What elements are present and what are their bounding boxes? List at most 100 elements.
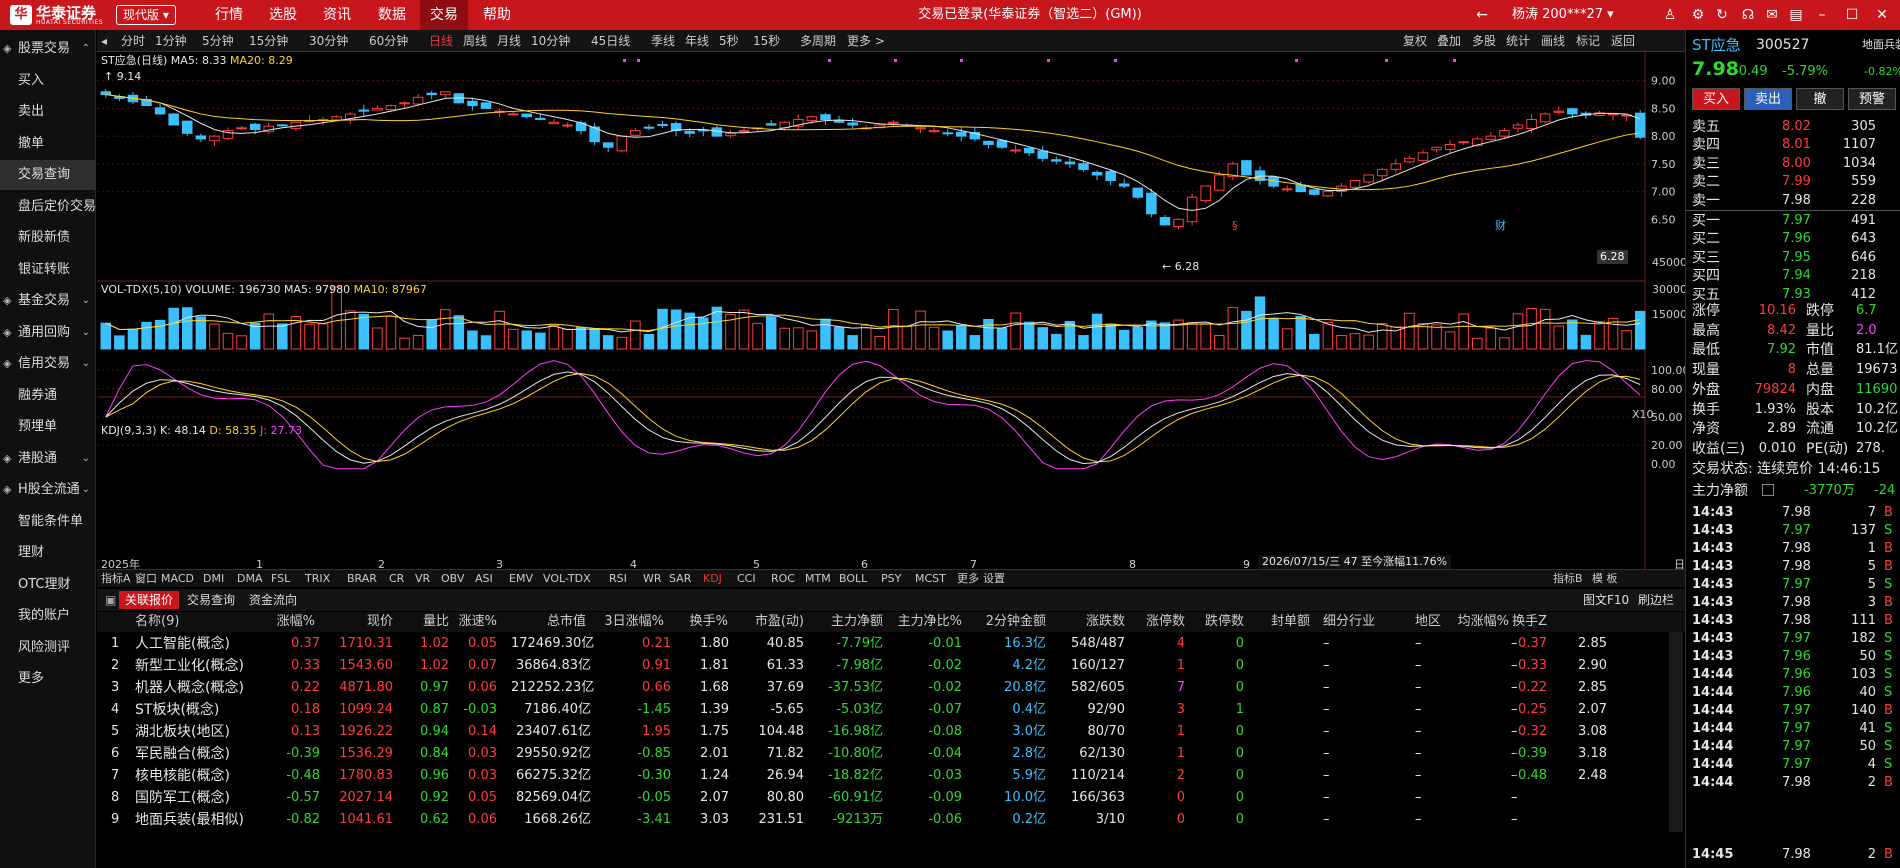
layout-icon[interactable]: ▤ [1786, 6, 1806, 24]
col-header-0[interactable]: 名称(9) [135, 612, 225, 632]
col-header-11[interactable]: 2分钟金额 [966, 612, 1046, 632]
indicator-tab-4[interactable]: DMA [237, 570, 263, 588]
period-7[interactable]: 周线 [463, 30, 487, 52]
f10-tab[interactable]: 图文F10 [1577, 591, 1635, 609]
indicator-tab-2[interactable]: MACD [161, 570, 194, 588]
sidebar-item-8[interactable]: ◈ 基金交易 ⌄ [0, 286, 96, 316]
indicator-tab-0[interactable]: 指标A [101, 570, 131, 588]
indicator-tab-17[interactable]: KDJ [703, 570, 722, 588]
sidebar-item-9[interactable]: ◈ 通用回购 ⌄ [0, 318, 96, 348]
menu-3[interactable]: 数据 [368, 0, 416, 30]
sidebar-toggle-tab[interactable]: 刷边栏 [1632, 591, 1680, 609]
period-16[interactable]: 更多 > [847, 30, 885, 52]
sidebar-item-17[interactable]: OTC理财 [0, 570, 96, 600]
col-header-8[interactable]: 市盈(动) [724, 612, 804, 632]
sidebar-item-0[interactable]: ◈ 股票交易 ⌃ [0, 34, 96, 64]
col-header-7[interactable]: 换手% [648, 612, 728, 632]
table-row[interactable]: 9 地面兵装(最相似) -0.82 1041.61 0.62 0.06 1668.26亿 -3… [97, 809, 1669, 831]
indicator-tab-23[interactable]: MCST [915, 570, 946, 588]
shirt-icon[interactable]: ♙ [1660, 6, 1680, 24]
sidebar-item-1[interactable]: 买入 [0, 66, 96, 96]
table-row[interactable]: 8 国防军工(概念) -0.57 2027.14 0.92 0.05 82569.04亿 -0… [97, 787, 1669, 809]
col-header-19[interactable]: 换手Z [1467, 612, 1547, 632]
indicator-tab-6[interactable]: TRIX [305, 570, 330, 588]
indicator-tab-24[interactable]: 更多 [957, 570, 979, 588]
col-header-16[interactable]: 细分行业 [1323, 612, 1403, 632]
sidebar-item-16[interactable]: 理财 [0, 538, 96, 568]
sidebar-item-14[interactable]: ◈ H股全流通 ⌄ [0, 475, 96, 505]
menu-4[interactable]: 交易 [420, 0, 468, 30]
sidebar-item-7[interactable]: 银证转账 [0, 255, 96, 285]
period-6[interactable]: 日线 [429, 30, 453, 52]
sidebar-item-6[interactable]: 新股新债 [0, 223, 96, 253]
period-4[interactable]: 30分钟 [309, 30, 348, 52]
indicator-tab-13[interactable]: VOL-TDX [543, 570, 591, 588]
sidebar-item-13[interactable]: ◈ 港股通 ⌄ [0, 444, 96, 474]
chart-tool-2[interactable]: 多股 [1472, 30, 1496, 52]
sidebar-item-11[interactable]: 融券通 [0, 381, 96, 411]
chart-tool-5[interactable]: 标记 [1576, 30, 1600, 52]
table-tab-0[interactable]: 关联报价 [119, 591, 180, 609]
indicator-tab-11[interactable]: ASI [475, 570, 493, 588]
indicator-tab-22[interactable]: PSY [881, 570, 901, 588]
period-2[interactable]: 5分钟 [202, 30, 234, 52]
sidebar-item-2[interactable]: 卖出 [0, 97, 96, 127]
quote-button-1[interactable]: 卖出 [1744, 88, 1792, 110]
period-8[interactable]: 月线 [497, 30, 521, 52]
maximize-icon[interactable]: ☐ [1842, 6, 1862, 24]
flow-checkbox[interactable] [1762, 484, 1774, 496]
period-12[interactable]: 年线 [685, 30, 709, 52]
stock-chart[interactable]: 9.00 8.50 8.00 7.50 7.00 6.50 45000 30000 15000 1… [97, 52, 1685, 570]
sidebar-item-3[interactable]: 撤单 [0, 129, 96, 159]
user-account[interactable]: 杨涛 200***27 ▾ [1512, 0, 1614, 30]
col-header-15[interactable]: 封单额 [1230, 612, 1310, 632]
col-header-1[interactable]: 涨幅% [235, 612, 315, 632]
indicator-tab-18[interactable]: CCI [737, 570, 756, 588]
indicator-b[interactable]: 指标B [1553, 570, 1583, 588]
chart-tool-6[interactable]: 返回 [1611, 30, 1635, 52]
menu-0[interactable]: 行情 [205, 0, 253, 30]
table-row[interactable]: 6 军民融合(概念) -0.39 1536.29 0.84 0.03 29550.92亿 -0… [97, 743, 1669, 765]
chart-tool-0[interactable]: 复权 [1403, 30, 1427, 52]
settings-icon[interactable]: ⚙ [1688, 6, 1708, 24]
sidebar-item-20[interactable]: 更多 [0, 664, 96, 694]
indicator-tab-21[interactable]: BOLL [839, 570, 867, 588]
period-13[interactable]: 5秒 [719, 30, 739, 52]
sidebar-item-10[interactable]: ◈ 信用交易 ⌄ [0, 349, 96, 379]
menu-5[interactable]: 帮助 [473, 0, 521, 30]
minimize-icon[interactable]: – [1812, 6, 1832, 24]
sidebar-item-12[interactable]: 预埋单 [0, 412, 96, 442]
period-11[interactable]: 季线 [651, 30, 675, 52]
table-row[interactable]: 4 ST板块(概念) 0.18 1099.24 0.87 -0.03 7186.40亿 -1.… [97, 699, 1669, 721]
headset-icon[interactable]: ☊ [1738, 6, 1758, 24]
col-header-5[interactable]: 总市值 [506, 612, 586, 632]
table-scrollbar[interactable] [1669, 632, 1683, 832]
template-tab[interactable]: 模 板 [1592, 570, 1618, 588]
indicator-tab-5[interactable]: FSL [271, 570, 290, 588]
period-9[interactable]: 10分钟 [531, 30, 570, 52]
period-1[interactable]: 1分钟 [155, 30, 187, 52]
indicator-tab-19[interactable]: ROC [771, 570, 795, 588]
indicator-tab-8[interactable]: CR [389, 570, 404, 588]
period-0[interactable]: 分时 [121, 30, 145, 52]
col-header-10[interactable]: 主力净比% [882, 612, 962, 632]
chart-tool-4[interactable]: 画线 [1541, 30, 1565, 52]
quote-button-3[interactable]: 预警 [1848, 88, 1896, 110]
refresh-icon[interactable]: ↻ [1712, 6, 1732, 24]
indicator-tab-25[interactable]: 设置 [983, 570, 1005, 588]
table-row[interactable]: 5 湖北板块(地区) 0.13 1926.22 0.94 0.14 23407.61亿 1.9… [97, 721, 1669, 743]
col-header-4[interactable]: 涨速% [417, 612, 497, 632]
sidebar-item-19[interactable]: 风险测评 [0, 633, 96, 663]
chart-tool-1[interactable]: 叠加 [1437, 30, 1461, 52]
indicator-tab-9[interactable]: VR [415, 570, 430, 588]
period-10[interactable]: 45日线 [591, 30, 630, 52]
table-row[interactable]: 7 核电核能(概念) -0.48 1780.83 0.96 0.03 66275.32亿 -0… [97, 765, 1669, 787]
indicator-tab-14[interactable]: RSI [609, 570, 627, 588]
version-dropdown[interactable]: 现代版 ▾ [116, 5, 176, 25]
indicator-tab-10[interactable]: OBV [441, 570, 464, 588]
menu-2[interactable]: 资讯 [313, 0, 361, 30]
sidebar-item-4[interactable]: 交易查询 [0, 160, 96, 190]
indicator-tab-1[interactable]: 窗口 [135, 570, 157, 588]
chart-tool-3[interactable]: 统计 [1506, 30, 1530, 52]
menu-1[interactable]: 选股 [259, 0, 307, 30]
